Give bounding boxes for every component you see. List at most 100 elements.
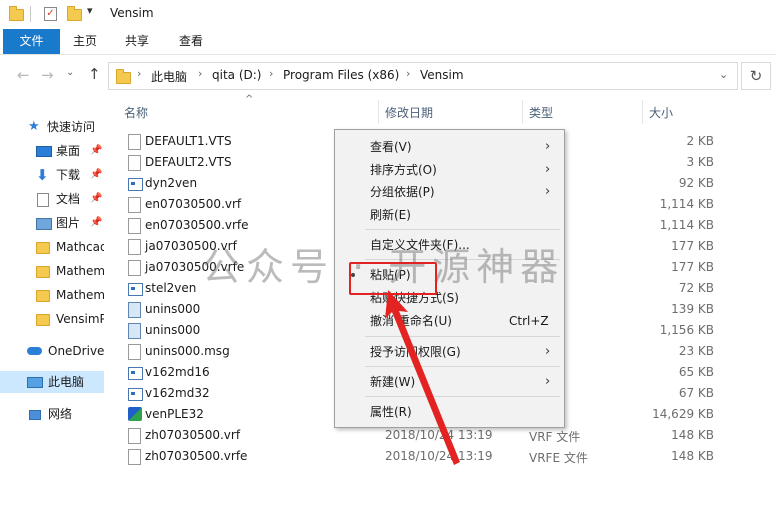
pin-icon[interactable]: 📌 [90,164,102,186]
chevron-right-icon: › [545,344,551,359]
back-arrow-icon[interactable]: ← [17,66,30,84]
breadcrumb-this-pc[interactable]: 此电脑 [151,68,187,85]
tab-share[interactable]: 共享 [112,29,162,54]
file-icon [128,428,141,444]
folder-icon [36,314,50,326]
application-icon [128,178,143,191]
folder-icon [36,242,50,254]
chevron-right-icon: › [545,162,551,177]
column-header-date[interactable]: 修改日期 [385,104,433,121]
nav-network[interactable]: 网络 [0,403,104,425]
application-icon [128,367,143,380]
file-size: 1,114 KB [659,218,714,232]
pin-icon[interactable]: 📌 [90,212,102,234]
nav-item-desktop[interactable]: 桌面 📌 [0,140,104,162]
address-bar[interactable]: › 此电脑 › qita (D:) › Program Files (x86) … [108,62,738,90]
nav-item-mathem-2[interactable]: Mathem [0,284,104,306]
menu-item-undo-rename[interactable]: 撤消 重命名(U) Ctrl+Z [337,310,562,332]
tab-file[interactable]: 文件 [3,29,60,54]
chevron-right-icon: › [545,139,551,154]
nav-onedrive[interactable]: OneDrive [0,340,104,362]
nav-item-vensimp[interactable]: VensimP [0,308,104,330]
up-arrow-icon[interactable]: ↑ [88,65,101,83]
menu-item-new[interactable]: 新建(W) › [337,371,562,393]
properties-check-icon[interactable]: ✓ [44,7,57,21]
file-size: 72 KB [678,281,714,295]
file-icon [128,260,141,276]
nav-item-downloads[interactable]: ⬇ 下载 📌 [0,164,104,186]
file-size: 3 KB [686,155,714,169]
qat-dropdown-icon[interactable]: ▾ [87,4,93,17]
nav-item-documents[interactable]: 文档 📌 [0,188,104,210]
menu-item-view[interactable]: 查看(V) › [337,136,562,158]
chevron-right-icon[interactable]: › [406,67,410,80]
breadcrumb-drive[interactable]: qita (D:) [212,68,261,82]
file-row[interactable]: zh07030500.vrfe 2018/10/24 13:19 VRFE 文件 14… [120,446,720,467]
refresh-icon[interactable]: ↻ [741,62,771,90]
menu-item-sort[interactable]: 排序方式(O) › [337,159,562,181]
menu-divider [365,336,560,337]
address-dropdown-icon[interactable]: ⌄ [719,68,728,81]
address-folder-icon [116,69,131,84]
column-header-type[interactable]: 类型 [529,104,553,121]
forward-arrow-icon[interactable]: → [41,66,54,84]
file-icon [128,218,141,234]
menu-item-grant-access[interactable]: 授予访问权限(G) › [337,341,562,363]
file-name: en07030500.vrf [145,197,242,211]
title-bar: ✓ ▾ Vensim [0,0,776,29]
file-name: unins000.msg [145,344,230,358]
document-icon [37,193,49,207]
application-icon [128,302,141,318]
folder-icon [36,290,50,302]
tab-view[interactable]: 查看 [166,29,216,54]
file-size: 1,156 KB [659,323,714,337]
new-folder-icon[interactable] [67,6,82,21]
chevron-right-icon[interactable]: › [269,67,273,80]
file-size: 65 KB [678,365,714,379]
window-title: Vensim [110,6,154,20]
chevron-right-icon[interactable]: › [198,67,202,80]
paste-highlight-box [349,262,437,295]
column-divider[interactable] [642,100,643,124]
file-size: 177 KB [671,260,714,274]
breadcrumb-vensim[interactable]: Vensim [420,68,464,82]
nav-item-mathem-1[interactable]: Mathem [0,260,104,282]
file-size: 2 KB [686,134,714,148]
file-row[interactable]: zh07030500.vrf 2018/10/24 13:19 VRF 文件 148 … [120,425,720,446]
column-divider[interactable] [522,100,523,124]
recent-chevron-icon[interactable]: ⌄ [66,67,74,78]
column-header-size[interactable]: 大小 [649,104,673,121]
application-icon [128,283,143,296]
application-icon [128,388,143,401]
application-icon [128,323,141,339]
file-name: DEFAULT1.VTS [145,134,232,148]
tab-home[interactable]: 主页 [60,29,110,54]
file-date: 2018/10/24 13:19 [385,449,493,463]
menu-item-properties[interactable]: 属性(R) [337,401,562,423]
chevron-right-icon[interactable]: › [137,67,141,80]
network-icon [29,410,41,420]
file-size: 148 KB [671,428,714,442]
ribbon-tabs: 文件 主页 共享 查看 [0,29,776,55]
pin-icon[interactable]: 📌 [90,140,102,162]
column-header-name[interactable]: 名称 [124,104,148,121]
pin-icon[interactable]: 📌 [90,188,102,210]
file-date: 2018/10/24 13:19 [385,428,493,442]
menu-divider [365,229,560,230]
chevron-right-icon: › [545,184,551,199]
menu-item-group[interactable]: 分组依据(P) › [337,181,562,203]
folder-icon [36,266,50,278]
folder-icon [9,6,24,21]
breadcrumb-program-files[interactable]: Program Files (x86) [283,68,399,82]
file-name: DEFAULT2.VTS [145,155,232,169]
column-divider[interactable] [378,100,379,124]
nav-this-pc[interactable]: 此电脑 [0,371,104,393]
nav-quick-access[interactable]: ★ 快速访问 [0,116,104,138]
file-icon [128,155,141,171]
nav-item-pictures[interactable]: 图片 📌 [0,212,104,234]
file-name: v162md32 [145,386,210,400]
file-icon [128,197,141,213]
menu-item-refresh[interactable]: 刷新(E) [337,204,562,226]
file-size: 148 KB [671,449,714,463]
nav-item-mathcad[interactable]: Mathcad [0,236,104,258]
